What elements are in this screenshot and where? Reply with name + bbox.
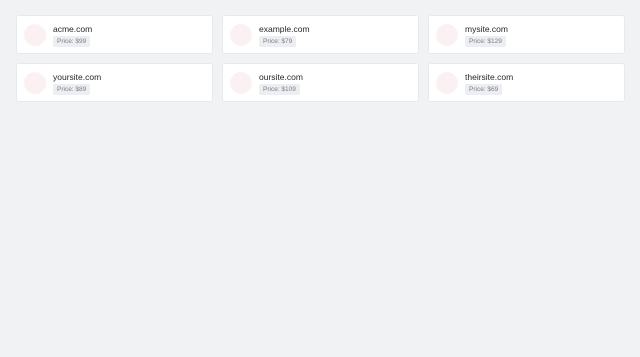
price-badge: Price: $79 [259, 36, 297, 47]
price-badge: Price: $99 [53, 36, 91, 47]
price-badge: Price: $129 [465, 36, 506, 47]
domain-card[interactable]: oursite.com Price: $109 [222, 63, 419, 102]
avatar [436, 24, 458, 46]
domain-card[interactable]: theirsite.com Price: $69 [428, 63, 625, 102]
domain-name: theirsite.com [465, 72, 514, 82]
domain-card[interactable]: example.com Price: $79 [222, 15, 419, 54]
domain-name: yoursite.com [53, 72, 102, 82]
avatar [230, 72, 252, 94]
domain-name: oursite.com [259, 72, 303, 82]
avatar [436, 72, 458, 94]
avatar [24, 24, 46, 46]
price-badge: Price: $109 [259, 84, 300, 95]
domain-name: mysite.com [465, 24, 508, 34]
price-badge: Price: $89 [53, 84, 91, 95]
avatar [230, 24, 252, 46]
domain-card[interactable]: yoursite.com Price: $89 [16, 63, 213, 102]
domain-card[interactable]: acme.com Price: $99 [16, 15, 213, 54]
domain-card[interactable]: mysite.com Price: $129 [428, 15, 625, 54]
domain-name: acme.com [53, 24, 93, 34]
price-badge: Price: $69 [465, 84, 503, 95]
domain-card-grid: acme.com Price: $99 example.com Price: $… [16, 15, 625, 102]
domain-name: example.com [259, 24, 310, 34]
avatar [24, 72, 46, 94]
